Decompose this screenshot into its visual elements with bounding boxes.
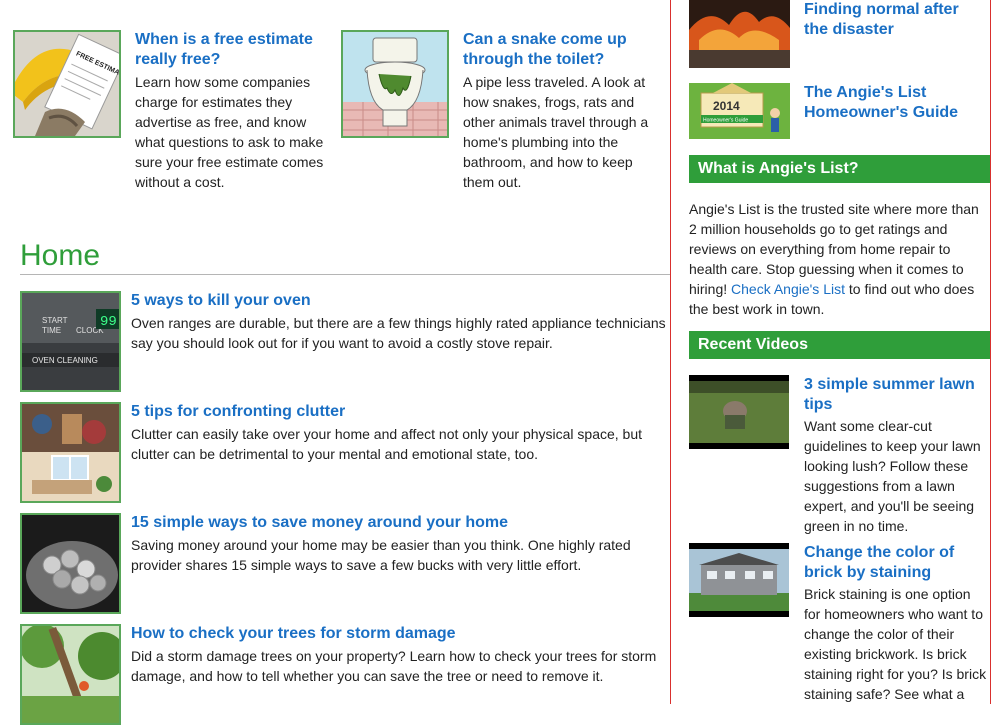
svg-text:99: 99 xyxy=(100,314,117,330)
home-section-heading: Home xyxy=(20,238,670,275)
free-estimate-thumbnail[interactable]: FREE ESTIMATE xyxy=(13,30,121,138)
oven-thumbnail[interactable]: START TIME CLOCK 99 OVEN CLEANING xyxy=(20,291,121,392)
storm-trees-thumbnail[interactable] xyxy=(20,624,121,725)
snake-toilet-title-link[interactable]: Can a snake come up through the toilet? xyxy=(463,30,663,70)
home-item-clutter: 5 tips for confronting clutter Clutter c… xyxy=(20,402,670,504)
sidebar: Finding normal after the disaster 2014 H… xyxy=(689,0,990,704)
brick-video-title-link[interactable]: Change the color of brick by staining xyxy=(804,543,990,583)
top-article-text: When is a free estimate really free? Lea… xyxy=(135,30,335,192)
lawn-video-text: 3 simple summer lawn tips Want some clea… xyxy=(804,375,990,536)
lawn-video-summary: Want some clear-cut guidelines to keep y… xyxy=(804,418,981,534)
brick-video-text: Change the color of brick by staining Br… xyxy=(804,543,990,704)
about-text: Angie's List is the trusted site where m… xyxy=(689,199,988,319)
disaster-title-link[interactable]: Finding normal after the disaster xyxy=(804,0,984,40)
storm-trees-text: How to check your trees for storm damage… xyxy=(131,624,671,686)
save-money-text: 15 simple ways to save money around your… xyxy=(131,513,671,575)
lawn-video-thumbnail[interactable] xyxy=(689,375,789,449)
snake-toilet-thumbnail[interactable] xyxy=(341,30,449,138)
lawn-video-title-link[interactable]: 3 simple summer lawn tips xyxy=(804,375,990,415)
save-money-title-link[interactable]: 15 simple ways to save money around your… xyxy=(131,513,671,533)
svg-text:TIME: TIME xyxy=(42,326,61,335)
svg-text:START: START xyxy=(42,316,68,325)
oven-summary: Oven ranges are durable, but there are a… xyxy=(131,315,666,351)
top-article-text: Can a snake come up through the toilet? … xyxy=(463,30,663,192)
sidebar-right-divider xyxy=(990,0,991,704)
main-sidebar-divider xyxy=(670,0,671,704)
clutter-title-link[interactable]: 5 tips for confronting clutter xyxy=(131,402,671,422)
homeowners-guide-thumbnail[interactable]: 2014 Homeowner's Guide xyxy=(689,83,790,139)
main-column: FREE ESTIMATE When is a free estimate re… xyxy=(0,0,670,725)
disaster-thumbnail[interactable] xyxy=(689,0,790,68)
clutter-text: 5 tips for confronting clutter Clutter c… xyxy=(131,402,671,464)
guide-image-caption: Homeowner's Guide xyxy=(703,118,748,124)
home-item-storm-trees: How to check your trees for storm damage… xyxy=(20,624,670,726)
oven-text: 5 ways to kill your oven Oven ranges are… xyxy=(131,291,671,353)
brick-video-summary: Brick staining is one option for homeown… xyxy=(804,586,987,702)
clutter-thumbnail[interactable] xyxy=(20,402,121,503)
guide-image-year: 2014 xyxy=(713,99,740,113)
svg-text:OVEN CLEANING: OVEN CLEANING xyxy=(32,356,98,365)
recent-videos-heading: Recent Videos xyxy=(689,331,990,359)
home-item-oven: START TIME CLOCK 99 OVEN CLEANING 5 ways… xyxy=(20,291,670,393)
free-estimate-summary: Learn how some companies charge for esti… xyxy=(135,74,324,190)
check-angies-list-link[interactable]: Check Angie's List xyxy=(731,281,845,297)
brick-video-thumbnail[interactable] xyxy=(689,543,789,617)
storm-trees-summary: Did a storm damage trees on your propert… xyxy=(131,648,657,684)
homeowners-guide-title-link[interactable]: The Angie's List Homeowner's Guide xyxy=(804,83,984,123)
free-estimate-title-link[interactable]: When is a free estimate really free? xyxy=(135,30,335,70)
home-item-save-money: 15 simple ways to save money around your… xyxy=(20,513,670,615)
save-money-summary: Saving money around your home may be eas… xyxy=(131,537,631,573)
storm-trees-title-link[interactable]: How to check your trees for storm damage xyxy=(131,624,671,644)
oven-title-link[interactable]: 5 ways to kill your oven xyxy=(131,291,671,311)
clutter-summary: Clutter can easily take over your home a… xyxy=(131,426,643,462)
save-money-thumbnail[interactable] xyxy=(20,513,121,614)
about-heading: What is Angie's List? xyxy=(689,155,990,183)
snake-toilet-summary: A pipe less traveled. A look at how snak… xyxy=(463,74,649,190)
